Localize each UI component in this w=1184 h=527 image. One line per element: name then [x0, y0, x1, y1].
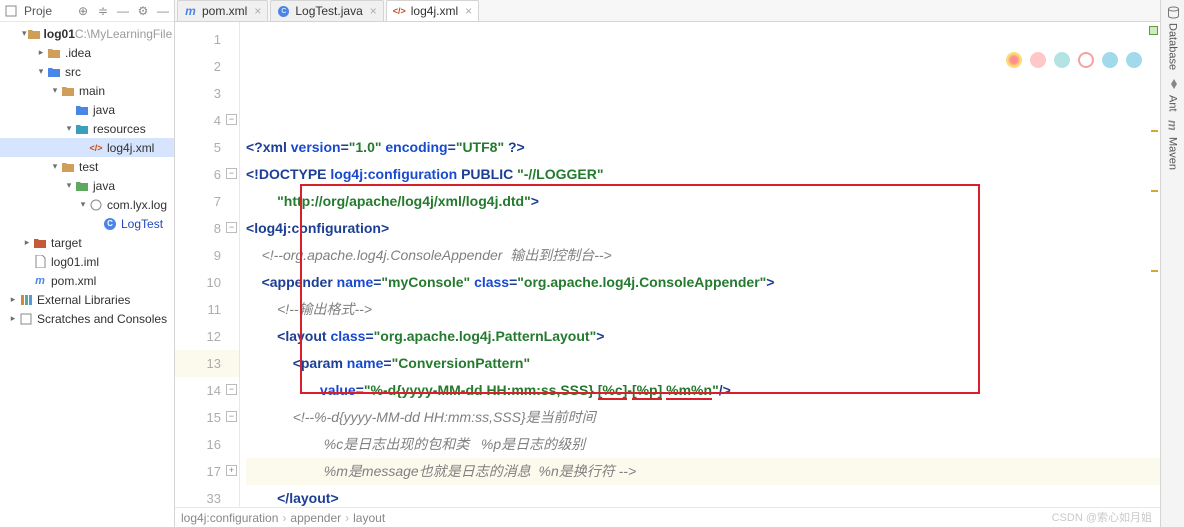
tab-pom-xml[interactable]: m pom.xml ×: [177, 0, 268, 21]
code-line[interactable]: %c是日志出现的包和类 %p是日志的级别: [246, 431, 1160, 458]
tree-item-scratches-and-consoles[interactable]: ▸Scratches and Consoles: [0, 309, 174, 328]
editor-area: m pom.xml × C LogTest.java × </> log4j.xml × 123…: [175, 0, 1160, 527]
tree-item-log4j-xml[interactable]: </>log4j.xml: [0, 138, 174, 157]
close-icon[interactable]: ×: [368, 4, 379, 18]
code-line[interactable]: <!--输出格式-->: [246, 296, 1160, 323]
fold-toggle[interactable]: −: [226, 114, 237, 125]
gutter: 1234−56−78−91011121314−15−1617+33: [175, 22, 240, 507]
tree-item-target[interactable]: ▸target: [0, 233, 174, 252]
tab-LogTest-java[interactable]: C LogTest.java ×: [270, 0, 383, 21]
watermark: CSDN @索心如月姐: [1052, 509, 1152, 525]
editor-wrap: 1234−56−78−91011121314−15−1617+33 <?xml …: [175, 22, 1160, 507]
tree-item-src[interactable]: ▾src: [0, 62, 174, 81]
project-tool-window: Proje ⊕ ≑ — ⚙ — ▾log01 C:\MyLearningFile…: [0, 0, 175, 527]
database-icon: [1166, 6, 1180, 20]
safari-icon[interactable]: [1054, 52, 1070, 68]
tree-item-external-libraries[interactable]: ▸External Libraries: [0, 290, 174, 309]
code-editor[interactable]: <?xml version="1.0" encoding="UTF8" ?><!…: [240, 22, 1160, 507]
tree-item-com-lyx-log[interactable]: ▾com.lyx.log: [0, 195, 174, 214]
warning-marker[interactable]: [1151, 130, 1158, 132]
tree-item-main[interactable]: ▾main: [0, 81, 174, 100]
tool-database[interactable]: Database: [1166, 6, 1180, 70]
close-icon[interactable]: ×: [252, 4, 263, 18]
fold-toggle[interactable]: −: [226, 168, 237, 179]
expand-icon[interactable]: ≑: [96, 4, 110, 18]
tree-item-logtest[interactable]: CLogTest: [0, 214, 174, 233]
tree-item-pom-xml[interactable]: mpom.xml: [0, 271, 174, 290]
code-line[interactable]: <!--%-d{yyyy-MM-dd HH:mm:ss,SSS}是当前时间: [246, 404, 1160, 431]
fold-toggle[interactable]: [226, 438, 237, 449]
chrome-icon[interactable]: [1006, 52, 1022, 68]
analysis-ok-icon: [1149, 26, 1158, 35]
editor-tabs: m pom.xml × C LogTest.java × </> log4j.xml ×: [175, 0, 1160, 22]
close-icon[interactable]: ×: [463, 4, 474, 18]
edge-icon[interactable]: [1126, 52, 1142, 68]
tab-label: pom.xml: [202, 4, 247, 18]
fold-toggle[interactable]: [226, 195, 237, 206]
browser-preview-icons: [1006, 52, 1142, 68]
tree-item-resources[interactable]: ▾resources: [0, 119, 174, 138]
tree-item-java[interactable]: java: [0, 100, 174, 119]
tab-label: LogTest.java: [295, 4, 362, 18]
code-line[interactable]: <!DOCTYPE log4j:configuration PUBLIC "-/…: [246, 161, 1160, 188]
fold-toggle[interactable]: −: [226, 384, 237, 395]
project-tree[interactable]: ▾log01 C:\MyLearningFile▸.idea▾src▾mainj…: [0, 22, 174, 527]
fold-toggle[interactable]: −: [226, 411, 237, 422]
tree-item-java[interactable]: ▾java: [0, 176, 174, 195]
code-line[interactable]: "http://org/apache/log4j/xml/log4j.dtd">: [246, 188, 1160, 215]
code-line[interactable]: %m是message也就是日志的消息 %n是换行符 -->: [246, 458, 1160, 485]
ie-icon[interactable]: [1102, 52, 1118, 68]
tab-label: log4j.xml: [411, 4, 458, 18]
fold-toggle[interactable]: [226, 141, 237, 152]
fold-toggle[interactable]: [226, 303, 237, 314]
tree-item-test[interactable]: ▾test: [0, 157, 174, 176]
code-line[interactable]: <log4j:configuration>: [246, 215, 1160, 242]
right-toolbar: Database Ant mMaven: [1160, 0, 1184, 527]
tree-item--idea[interactable]: ▸.idea: [0, 43, 174, 62]
code-line[interactable]: value="%-d{yyyy-MM-dd HH:mm:ss,SSS} [%c]…: [246, 377, 1160, 404]
ant-icon: [1166, 78, 1180, 92]
tree-item-log01-iml[interactable]: log01.iml: [0, 252, 174, 271]
breadcrumb-item[interactable]: layout: [353, 511, 385, 525]
fold-toggle[interactable]: [226, 492, 237, 503]
file-type-icon: C: [277, 6, 290, 17]
fold-toggle[interactable]: +: [226, 465, 237, 476]
tool-ant[interactable]: Ant: [1166, 78, 1180, 112]
collapse-icon[interactable]: —: [116, 4, 130, 18]
breadcrumb[interactable]: log4j:configuration›appender›layout: [175, 507, 1160, 527]
file-type-icon: m: [184, 4, 197, 18]
gear-icon[interactable]: ⚙: [136, 4, 150, 18]
file-type-icon: </>: [393, 6, 406, 16]
opera-icon[interactable]: [1078, 52, 1094, 68]
firefox-icon[interactable]: [1030, 52, 1046, 68]
hide-icon[interactable]: —: [156, 4, 170, 18]
code-line[interactable]: <layout class="org.apache.log4j.PatternL…: [246, 323, 1160, 350]
project-icon: [4, 4, 18, 18]
code-line[interactable]: </layout>: [246, 485, 1160, 507]
breadcrumb-item[interactable]: appender: [290, 511, 341, 525]
code-line[interactable]: <param name="ConversionPattern": [246, 350, 1160, 377]
code-line[interactable]: <?xml version="1.0" encoding="UTF8" ?>: [246, 134, 1160, 161]
breadcrumb-item[interactable]: log4j:configuration: [181, 511, 278, 525]
tree-item-log01[interactable]: ▾log01 C:\MyLearningFile: [0, 24, 174, 43]
project-title: Proje: [24, 4, 52, 18]
maven-icon: m: [1166, 120, 1180, 134]
tool-maven[interactable]: mMaven: [1166, 120, 1180, 170]
tab-log4j-xml[interactable]: </> log4j.xml ×: [386, 0, 479, 21]
code-line[interactable]: <!--org.apache.log4j.ConsoleAppender 输出到…: [246, 242, 1160, 269]
fold-toggle[interactable]: −: [226, 222, 237, 233]
project-tool-header: Proje ⊕ ≑ — ⚙ —: [0, 0, 174, 22]
code-line[interactable]: <appender name="myConsole" class="org.ap…: [246, 269, 1160, 296]
select-opened-icon[interactable]: ⊕: [76, 4, 90, 18]
